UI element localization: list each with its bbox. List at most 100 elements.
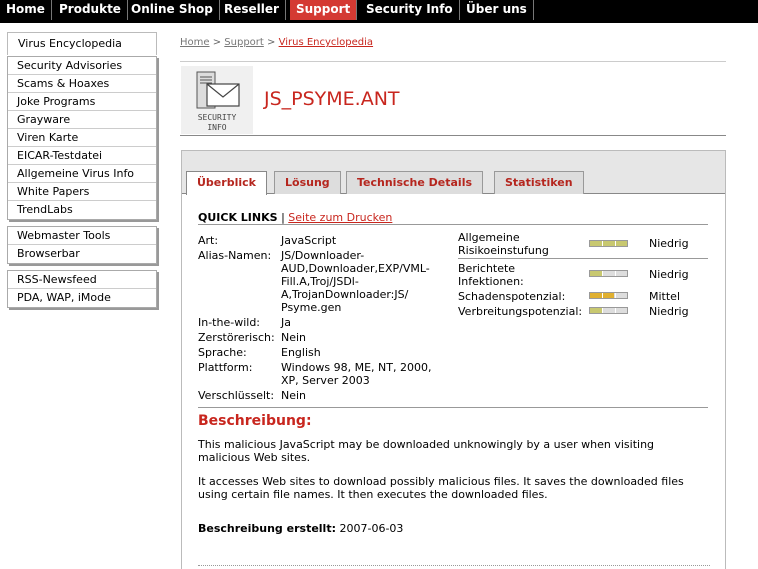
alias-label: Alias-Namen:: [198, 249, 272, 262]
sidebar-item-eicar[interactable]: EICAR-Testdatei: [8, 147, 156, 165]
risk-label-line: Berichtete: [458, 262, 516, 275]
sidebar-item-viren-karte[interactable]: Viren Karte: [8, 129, 156, 147]
nav-reseller[interactable]: Reseller: [218, 0, 286, 20]
page-title: JS_PSYME.ANT: [264, 88, 400, 110]
risk-label-line: Allgemeine: [458, 231, 520, 244]
risk-meter-fill: [590, 308, 602, 313]
sidebar-item-browserbar[interactable]: Browserbar: [8, 245, 156, 263]
wild-value: Ja: [281, 316, 291, 329]
destructive-label: Zerstörerisch:: [198, 331, 275, 344]
paragraph-line: malicious Web sites.: [198, 451, 311, 464]
breadcrumb-support[interactable]: Support: [224, 37, 264, 48]
risk-damage-label: Schadenspotenzial:: [458, 290, 565, 303]
tab-statistiken[interactable]: Statistiken: [494, 171, 584, 194]
alias-value: JS/Downloader- AUD,Downloader,EXP/VML- F…: [281, 249, 430, 314]
security-info-icon: SECURITY INFO: [181, 66, 253, 134]
platform-line: XP, Server 2003: [281, 374, 370, 387]
risk-meter-divider: [615, 241, 616, 246]
description-paragraph-2: It accesses Web sites to download possib…: [198, 475, 710, 501]
breadcrumb-separator: >: [212, 37, 222, 48]
platform-value: Windows 98, ME, NT, 2000, XP, Server 200…: [281, 361, 431, 387]
nav-online-shop[interactable]: Online Shop: [125, 0, 220, 20]
risk-overall-value: Niedrig: [649, 237, 689, 250]
platform-label: Plattform:: [198, 361, 253, 374]
art-value: JavaScript: [281, 234, 337, 247]
icon-caption-1: SECURITY: [197, 113, 237, 122]
nav-security-info[interactable]: Security Info: [360, 0, 460, 20]
quick-links-label: QUICK LINKS: [198, 211, 278, 224]
alias-line: JS/Downloader-: [281, 249, 365, 262]
top-navigation: Home Produkte Online Shop Reseller Suppo…: [0, 0, 758, 23]
sidebar-item-trendlabs[interactable]: TrendLabs: [8, 201, 156, 219]
risk-infections-label: Berichtete Infektionen:: [458, 262, 524, 288]
platform-line: Windows 98, ME, NT, 2000,: [281, 361, 432, 374]
nav-support[interactable]: Support: [290, 0, 358, 20]
art-label: Art:: [198, 234, 219, 247]
icon-caption-2: INFO: [207, 123, 227, 132]
sidebar-group-tools: Webmaster Tools Browserbar: [7, 226, 157, 264]
breadcrumb-separator: >: [267, 37, 276, 48]
encrypted-label: Verschlüsselt:: [198, 389, 275, 402]
breadcrumb: Home > Support > Virus Encyclopedia: [180, 37, 373, 48]
sidebar-item-scams-hoaxes[interactable]: Scams & Hoaxes: [8, 75, 156, 93]
paragraph-line: using certain file names. It then execut…: [198, 488, 548, 501]
tab-strip: Überblick Lösung Technische Details Stat…: [182, 151, 725, 195]
quick-links-separator: |: [281, 211, 285, 224]
alias-line: AUD,Downloader,EXP/VML-: [281, 262, 430, 275]
risk-meter-divider: [615, 271, 616, 276]
server-envelope-icon: [196, 71, 240, 109]
sidebar-item-webmaster-tools[interactable]: Webmaster Tools: [8, 227, 156, 245]
risk-label-line: Schadenspotenzial:: [458, 290, 566, 303]
dotted-divider: [198, 565, 710, 566]
risk-label-line: Verbreitungspotenzial:: [458, 305, 583, 318]
divider: [198, 407, 708, 408]
description-paragraph-1: This malicious JavaScript may be downloa…: [198, 438, 710, 464]
description-created: Beschreibung erstellt: 2007-06-03: [198, 522, 403, 535]
tab-technische-details[interactable]: Technische Details: [346, 171, 484, 194]
sidebar-item-rss-newsfeed[interactable]: RSS-Newsfeed: [8, 271, 156, 289]
paragraph-line: This malicious JavaScript may be downloa…: [198, 438, 655, 451]
language-value: English: [281, 346, 321, 359]
sidebar-group-feeds: RSS-Newsfeed PDA, WAP, iMode: [7, 270, 157, 308]
destructive-value: Nein: [281, 331, 307, 344]
sidebar-item-virus-encyclopedia[interactable]: Virus Encyclopedia: [7, 32, 157, 55]
risk-meter-divider: [615, 293, 616, 298]
risk-spread-label: Verbreitungspotenzial:: [458, 305, 582, 318]
description-heading: Beschreibung:: [198, 413, 312, 429]
sidebar-item-label: Virus Encyclopedia: [18, 37, 122, 50]
detail-panel: Überblick Lösung Technische Details Stat…: [181, 150, 726, 569]
sidebar-group-info: Security Advisories Scams & Hoaxes Joke …: [7, 56, 157, 220]
risk-spread-value: Niedrig: [649, 305, 689, 318]
nav-home[interactable]: Home: [0, 0, 52, 20]
risk-overall-label: Allgemeine Risikoeinstufung: [458, 231, 549, 257]
breadcrumb-current[interactable]: Virus Encyclopedia: [279, 37, 373, 48]
sidebar-item-pda-wap-imode[interactable]: PDA, WAP, iMode: [8, 289, 156, 307]
sidebar-item-allgemeine-virus-info[interactable]: Allgemeine Virus Info: [8, 165, 156, 183]
sidebar-item-white-papers[interactable]: White Papers: [8, 183, 156, 201]
tab-ueberblick[interactable]: Überblick: [186, 171, 267, 195]
sidebar-item-grayware[interactable]: Grayware: [8, 111, 156, 129]
nav-ueber-uns[interactable]: Über uns: [460, 0, 534, 20]
alias-line: A,TrojanDownloader:JS/: [281, 288, 409, 301]
divider: [458, 258, 708, 259]
breadcrumb-home[interactable]: Home: [180, 37, 210, 48]
risk-meter: [589, 307, 628, 314]
nav-produkte[interactable]: Produkte: [53, 0, 128, 20]
sidebar-item-joke-programs[interactable]: Joke Programs: [8, 93, 156, 111]
created-date: 2007-06-03: [339, 522, 404, 535]
risk-meter-divider: [602, 308, 603, 313]
risk-infections-value: Niedrig: [649, 268, 689, 281]
risk-meter-divider: [602, 271, 603, 276]
risk-meter-fill: [590, 271, 602, 276]
risk-label-line: Infektionen:: [458, 275, 524, 288]
sidebar-item-security-advisories[interactable]: Security Advisories: [8, 57, 156, 75]
language-label: Sprache:: [198, 346, 247, 359]
tab-loesung[interactable]: Lösung: [274, 171, 341, 194]
risk-damage-value: Mittel: [649, 290, 680, 303]
wild-label: In-the-wild:: [198, 316, 261, 329]
risk-meter: [589, 292, 628, 299]
print-link[interactable]: Seite zum Drucken: [288, 211, 392, 224]
risk-meter-divider: [602, 241, 603, 246]
risk-meter-fill: [590, 241, 627, 246]
risk-meter: [589, 240, 628, 247]
